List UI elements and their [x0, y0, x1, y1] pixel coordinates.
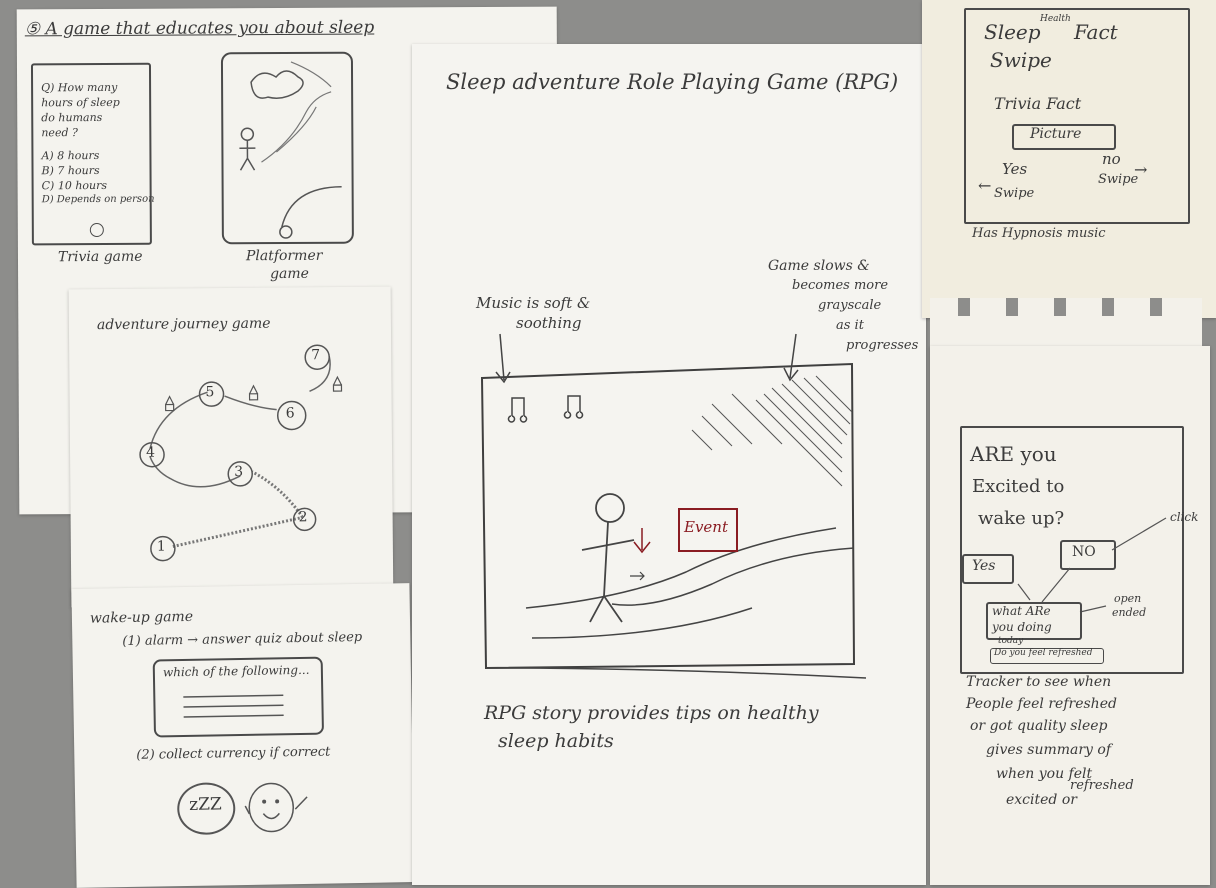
platformer-caption-line-2: game: [270, 265, 309, 283]
journey-node-3: 3: [234, 463, 244, 480]
tracker-caption-line-2: People feel refreshed: [966, 696, 1117, 712]
journey-node-4: 4: [145, 444, 156, 461]
trivia-option-a: A) 8 hours: [41, 148, 100, 163]
platformer-scene-sketch: [239, 61, 342, 239]
trivia-question-line-1: Q) How many: [41, 80, 118, 95]
wake-up-sheet: wake-up game (1) alarm → answer quiz abo…: [71, 583, 415, 888]
swipe-yes-swipe: Swipe: [994, 186, 1035, 201]
tracker-caption-line-3: or got quality sleep: [970, 718, 1108, 734]
smiley-face-icon: [244, 782, 308, 833]
adventure-sheet: adventure journey game 1 2 3 4 5 6 7: [68, 286, 394, 608]
wake-up-step-1: (1) alarm → answer quiz about sleep: [122, 629, 363, 650]
swipe-title-line-2: Swipe: [990, 48, 1052, 72]
swipe-yes-arrow: ←: [978, 176, 992, 195]
event-label: Event: [684, 518, 728, 536]
trivia-caption: Trivia game: [57, 248, 143, 266]
games-sheet-title: ⑤ A game that educates you about sleep: [24, 17, 375, 40]
tracker-sheet: ARE you Excited to wake up? click Yes NO…: [930, 346, 1210, 885]
wake-up-title: wake-up game: [89, 608, 194, 627]
swipe-yes-label: Yes: [1002, 160, 1028, 178]
coin-text: zZZ: [189, 794, 222, 815]
swipe-caption: Has Hypnosis music: [972, 226, 1106, 241]
swipe-title-right: Fact: [1074, 20, 1118, 44]
swipe-no-label: no: [1102, 150, 1121, 168]
tracker-caption-line-7: refreshed: [1070, 778, 1134, 793]
doing-label-line-3: today: [998, 636, 1024, 646]
rpg-sheet: Sleep adventure Role Playing Game (RPG) …: [412, 44, 926, 885]
swipe-sheet: Sleep Health Fact Swipe Trivia Fact Pict…: [922, 0, 1216, 318]
tracker-tear-strip: [930, 298, 1202, 348]
journey-node-2: 2: [298, 509, 308, 526]
trivia-home-button-icon: [89, 222, 104, 238]
journey-node-7: 7: [311, 347, 321, 364]
picture-label: Picture: [1030, 126, 1082, 142]
open-note-line-2: ended: [1112, 606, 1147, 619]
swipe-no-swipe: Swipe: [1098, 172, 1139, 187]
trivia-option-d: D) Depends on person: [41, 193, 155, 206]
journey-node-6: 6: [285, 405, 295, 422]
quiz-answer-lines: [183, 694, 284, 718]
journey-path-sketch: [139, 344, 343, 562]
refreshed-label: Do you feel refreshed: [994, 648, 1093, 658]
journey-node-5: 5: [205, 384, 215, 401]
journey-node-1: 1: [156, 538, 166, 555]
rpg-caption-line-1: RPG story provides tips on healthy: [484, 702, 819, 724]
rpg-caption-line-2: sleep habits: [498, 730, 614, 752]
open-note-line-1: open: [1114, 592, 1142, 605]
rpg-game-frame-sketch: [480, 333, 867, 679]
wake-up-step-2: (2) collect currency if correct: [136, 744, 331, 763]
swipe-title-superscript: Health: [1040, 14, 1071, 24]
platformer-caption-line-1: Platformer: [245, 247, 323, 265]
tracker-caption-line-4: gives summary of: [986, 742, 1112, 758]
trivia-option-c: C) 10 hours: [41, 178, 108, 193]
doing-label-line-2: you doing: [992, 620, 1052, 634]
tracker-caption-line-6: excited or: [1006, 792, 1077, 808]
doing-label-line-1: what ARe: [992, 604, 1051, 618]
trivia-question-line-4: need ?: [41, 126, 78, 140]
trivia-option-b: B) 7 hours: [41, 163, 100, 178]
trivia-question-line-3: do humans: [41, 110, 103, 125]
trivia-question-line-2: hours of sleep: [41, 95, 120, 110]
tracker-caption-line-1: Tracker to see when: [966, 674, 1112, 690]
trivia-fact-label: Trivia Fact: [994, 94, 1082, 113]
swipe-title-line-1: Sleep: [984, 20, 1041, 44]
